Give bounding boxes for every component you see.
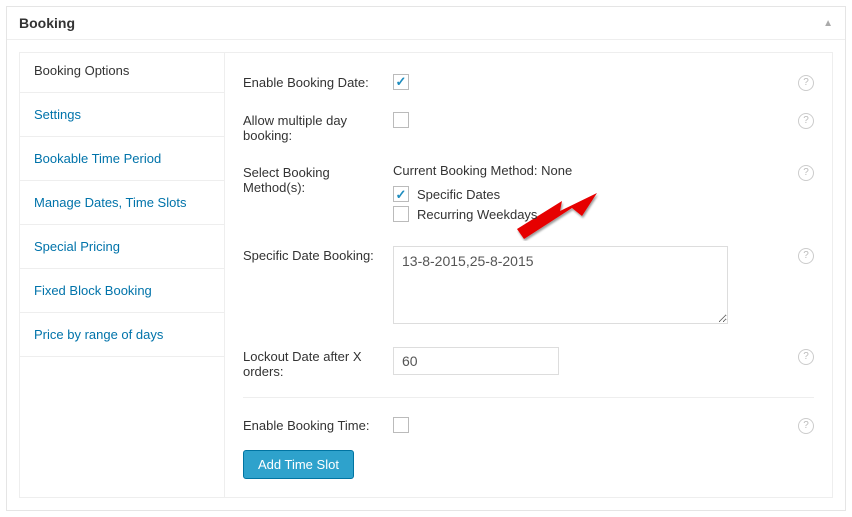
enable-booking-date-checkbox[interactable] (393, 74, 409, 90)
allow-multiple-day-checkbox[interactable] (393, 112, 409, 128)
recurring-weekdays-checkbox[interactable] (393, 206, 409, 222)
add-time-slot-button[interactable]: Add Time Slot (243, 450, 354, 479)
sidebar-item-bookable-time-period[interactable]: Bookable Time Period (20, 136, 224, 180)
sidebar-title: Booking Options (20, 53, 224, 92)
inner-box: Booking Options Settings Bookable Time P… (19, 52, 833, 498)
row-allow-multiple-day: Allow multiple day booking: ? (243, 103, 814, 155)
help-icon[interactable]: ? (798, 113, 814, 129)
row-lockout: Lockout Date after X orders: ? (243, 339, 814, 391)
row-select-booking-method: Select Booking Method(s): Current Bookin… (243, 155, 814, 238)
content-area: Enable Booking Date: ? Allow multiple da… (225, 53, 832, 497)
row-enable-booking-date: Enable Booking Date: ? (243, 65, 814, 103)
specific-date-booking-label: Specific Date Booking: (243, 246, 393, 263)
help-icon[interactable]: ? (798, 248, 814, 264)
help-icon[interactable]: ? (798, 165, 814, 181)
current-booking-method-text: Current Booking Method: None (393, 163, 774, 178)
specific-dates-label: Specific Dates (417, 187, 500, 202)
help-icon[interactable]: ? (798, 75, 814, 91)
sidebar-item-manage-dates[interactable]: Manage Dates, Time Slots (20, 180, 224, 224)
row-enable-booking-time: Enable Booking Time: ? (243, 397, 814, 446)
specific-dates-checkbox[interactable] (393, 186, 409, 202)
panel-title: Booking (19, 15, 75, 31)
row-specific-date-booking: Specific Date Booking: ? (243, 238, 814, 339)
allow-multiple-day-label: Allow multiple day booking: (243, 111, 393, 143)
specific-date-booking-input[interactable] (393, 246, 728, 324)
lockout-input[interactable] (393, 347, 559, 375)
help-icon[interactable]: ? (798, 349, 814, 365)
sidebar-item-price-by-range[interactable]: Price by range of days (20, 312, 224, 357)
help-icon[interactable]: ? (798, 418, 814, 434)
sidebar: Booking Options Settings Bookable Time P… (20, 53, 225, 497)
enable-booking-time-checkbox[interactable] (393, 417, 409, 433)
lockout-label: Lockout Date after X orders: (243, 347, 393, 379)
select-booking-method-label: Select Booking Method(s): (243, 163, 393, 195)
panel-header: Booking ▲ (7, 7, 845, 40)
sidebar-item-special-pricing[interactable]: Special Pricing (20, 224, 224, 268)
enable-booking-date-label: Enable Booking Date: (243, 73, 393, 90)
booking-panel: Booking ▲ Booking Options Settings Booka… (6, 6, 846, 511)
enable-booking-time-label: Enable Booking Time: (243, 416, 393, 433)
collapse-icon[interactable]: ▲ (823, 18, 833, 29)
sidebar-item-fixed-block-booking[interactable]: Fixed Block Booking (20, 268, 224, 312)
panel-body: Booking Options Settings Bookable Time P… (7, 40, 845, 510)
recurring-weekdays-label: Recurring Weekdays (417, 207, 537, 222)
sidebar-item-settings[interactable]: Settings (20, 92, 224, 136)
